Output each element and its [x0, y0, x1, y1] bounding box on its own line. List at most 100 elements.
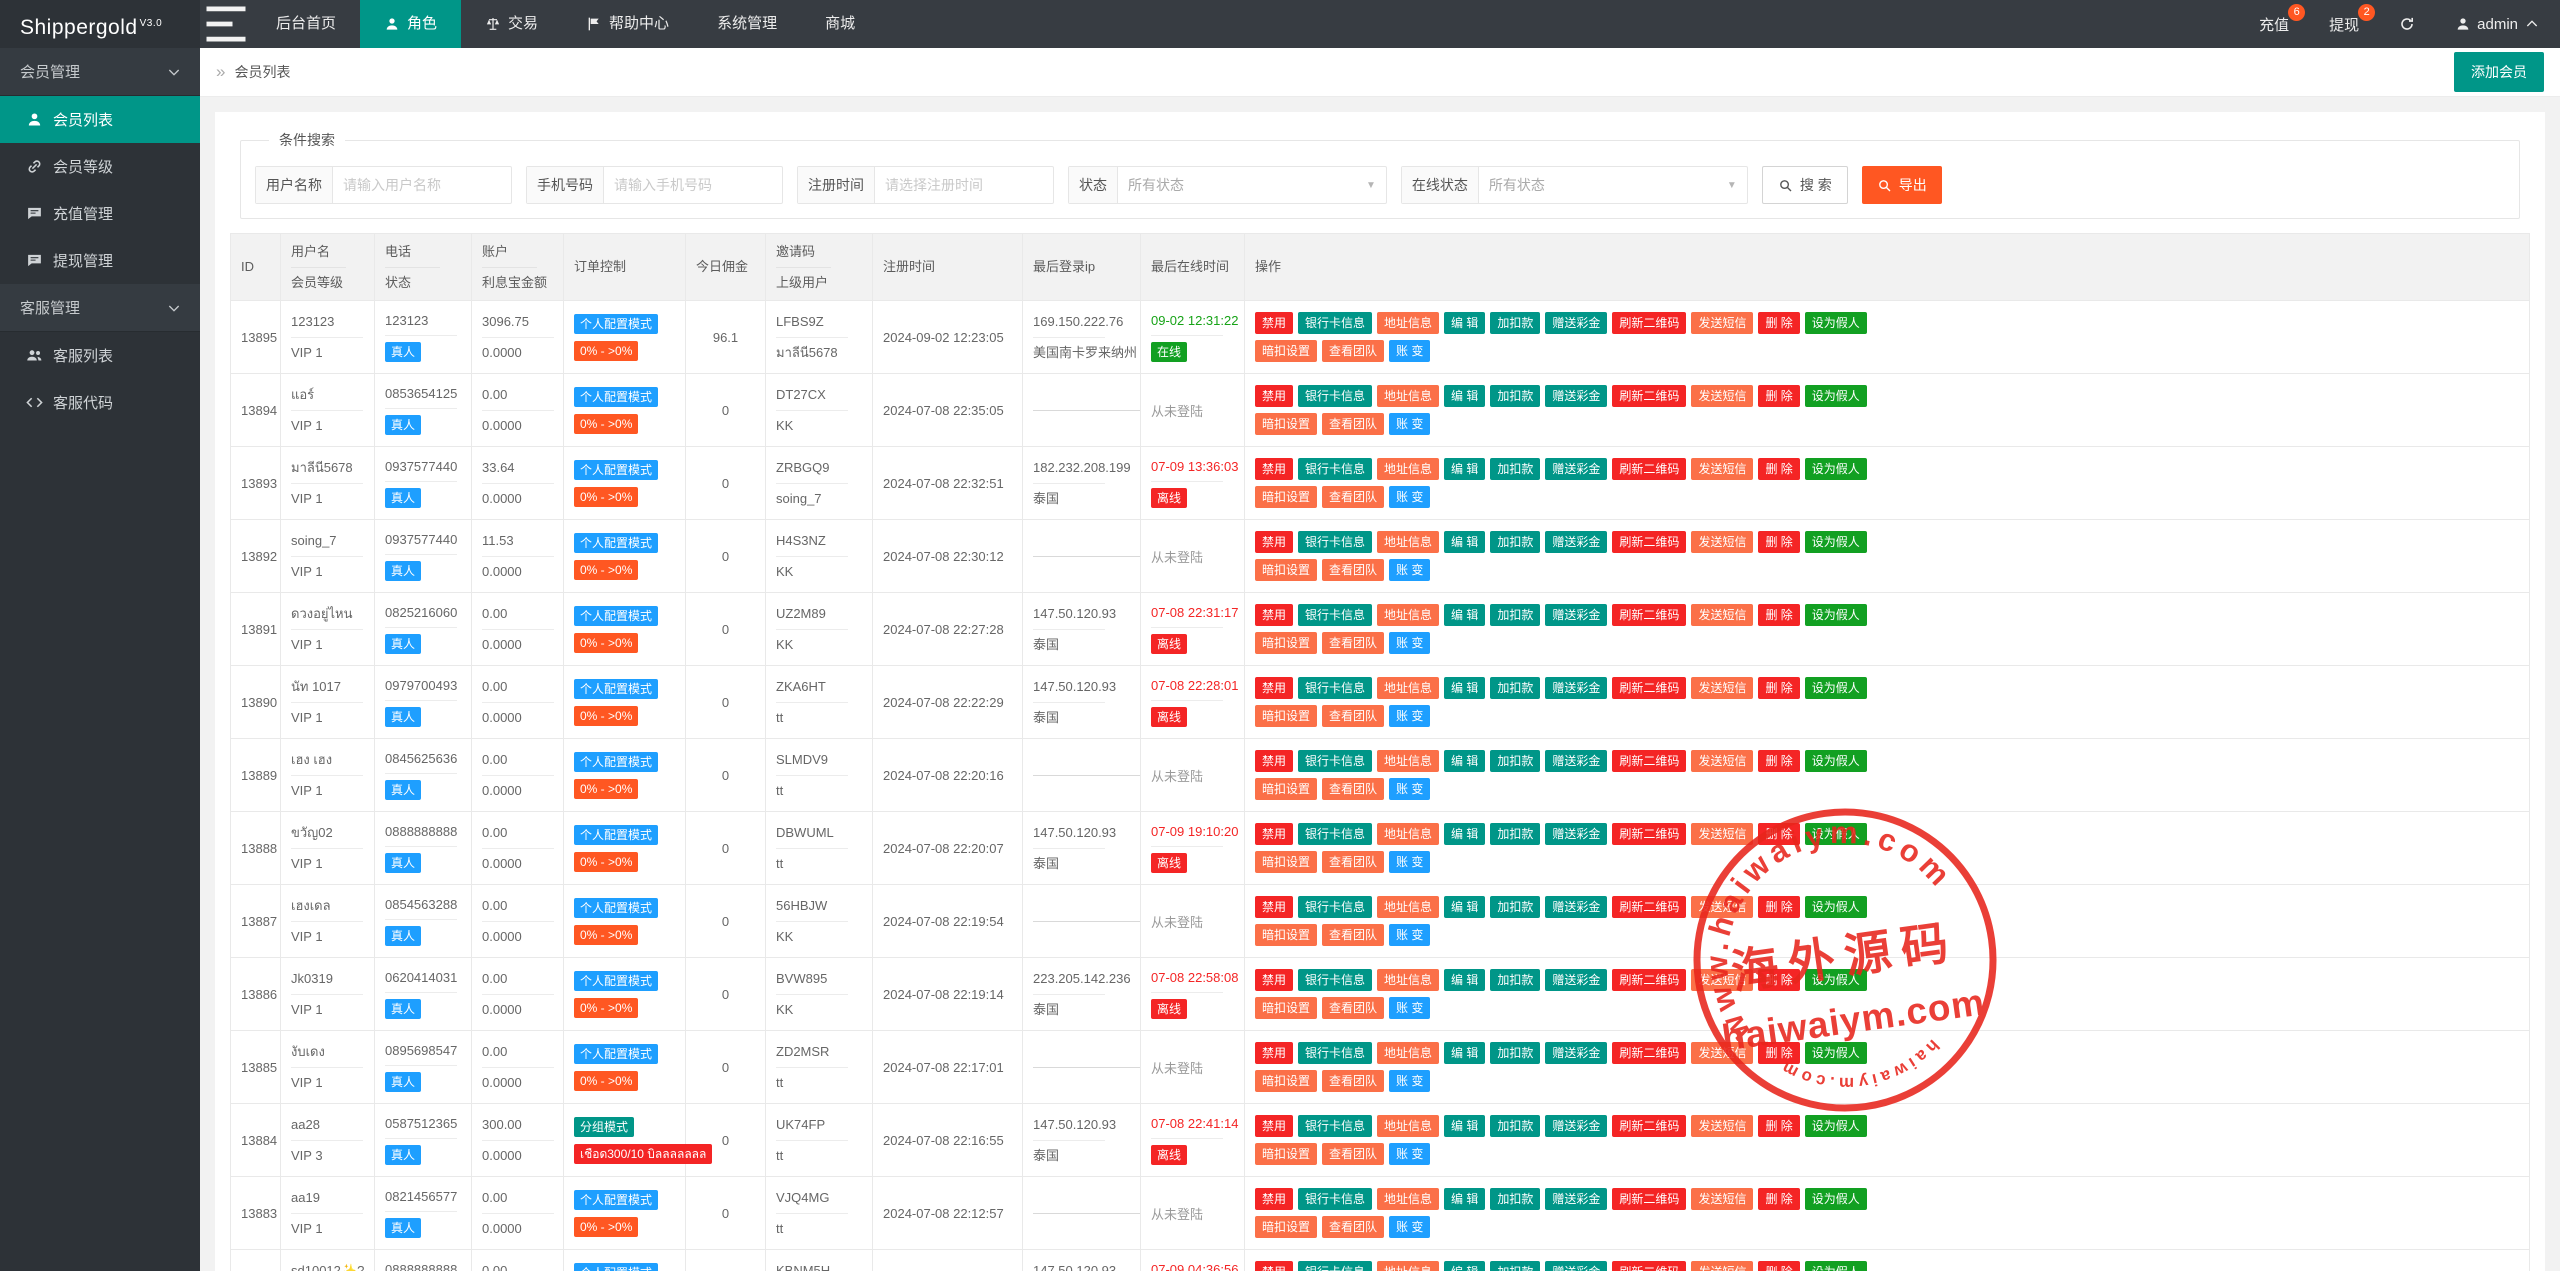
refresh-qrcode-button[interactable]: 刷新二维码: [1612, 896, 1687, 918]
sidebar-item-客服代码[interactable]: 客服代码: [0, 379, 200, 426]
account-changes-button[interactable]: 账 变: [1389, 997, 1431, 1019]
status-select[interactable]: 所有状态: [1118, 167, 1366, 203]
send-sms-button[interactable]: 发送短信: [1691, 312, 1754, 334]
account-changes-button[interactable]: 账 变: [1389, 1070, 1431, 1092]
delete-button[interactable]: 删 除: [1758, 604, 1800, 626]
disable-button[interactable]: 禁用: [1255, 1188, 1294, 1210]
refresh-qrcode-button[interactable]: 刷新二维码: [1612, 1115, 1687, 1137]
address-info-button[interactable]: 地址信息: [1377, 1261, 1440, 1271]
disable-button[interactable]: 禁用: [1255, 896, 1294, 918]
edit-button[interactable]: 编 辑: [1444, 750, 1486, 772]
hidden-deduction-settings-button[interactable]: 暗扣设置: [1255, 559, 1318, 581]
view-team-button[interactable]: 查看团队: [1322, 851, 1385, 873]
edit-button[interactable]: 编 辑: [1444, 312, 1486, 334]
gift-bonus-button[interactable]: 赠送彩金: [1545, 1188, 1608, 1210]
account-changes-button[interactable]: 账 变: [1389, 851, 1431, 873]
address-info-button[interactable]: 地址信息: [1377, 531, 1440, 553]
send-sms-button[interactable]: 发送短信: [1691, 1042, 1754, 1064]
search-button[interactable]: 搜 索: [1761, 166, 1848, 204]
edit-button[interactable]: 编 辑: [1444, 458, 1486, 480]
reg-time-input[interactable]: [875, 167, 1053, 203]
refresh-qrcode-button[interactable]: 刷新二维码: [1612, 969, 1687, 991]
view-team-button[interactable]: 查看团队: [1322, 924, 1385, 946]
account-changes-button[interactable]: 账 变: [1389, 778, 1431, 800]
adjust-balance-button[interactable]: 加扣款: [1490, 458, 1541, 480]
account-changes-button[interactable]: 账 变: [1389, 632, 1431, 654]
address-info-button[interactable]: 地址信息: [1377, 1188, 1440, 1210]
account-changes-button[interactable]: 账 变: [1389, 340, 1431, 362]
set-as-bot-button[interactable]: 设为假人: [1804, 531, 1867, 553]
bank-card-info-button[interactable]: 银行卡信息: [1298, 823, 1373, 845]
bank-card-info-button[interactable]: 银行卡信息: [1298, 969, 1373, 991]
online-status-select[interactable]: 所有状态: [1479, 167, 1727, 203]
disable-button[interactable]: 禁用: [1255, 1261, 1294, 1271]
view-team-button[interactable]: 查看团队: [1322, 997, 1385, 1019]
bank-card-info-button[interactable]: 银行卡信息: [1298, 312, 1373, 334]
set-as-bot-button[interactable]: 设为假人: [1804, 312, 1867, 334]
refresh-qrcode-button[interactable]: 刷新二维码: [1612, 458, 1687, 480]
bank-card-info-button[interactable]: 银行卡信息: [1298, 458, 1373, 480]
set-as-bot-button[interactable]: 设为假人: [1804, 969, 1867, 991]
gift-bonus-button[interactable]: 赠送彩金: [1545, 385, 1608, 407]
gift-bonus-button[interactable]: 赠送彩金: [1545, 1042, 1608, 1064]
adjust-balance-button[interactable]: 加扣款: [1490, 1042, 1541, 1064]
account-changes-button[interactable]: 账 变: [1389, 1143, 1431, 1165]
gift-bonus-button[interactable]: 赠送彩金: [1545, 677, 1608, 699]
address-info-button[interactable]: 地址信息: [1377, 1115, 1440, 1137]
view-team-button[interactable]: 查看团队: [1322, 705, 1385, 727]
address-info-button[interactable]: 地址信息: [1377, 458, 1440, 480]
edit-button[interactable]: 编 辑: [1444, 385, 1486, 407]
send-sms-button[interactable]: 发送短信: [1691, 1115, 1754, 1137]
address-info-button[interactable]: 地址信息: [1377, 604, 1440, 626]
adjust-balance-button[interactable]: 加扣款: [1490, 823, 1541, 845]
bank-card-info-button[interactable]: 银行卡信息: [1298, 385, 1373, 407]
account-changes-button[interactable]: 账 变: [1389, 559, 1431, 581]
disable-button[interactable]: 禁用: [1255, 823, 1294, 845]
address-info-button[interactable]: 地址信息: [1377, 312, 1440, 334]
nav-item-商城[interactable]: 商城: [801, 0, 879, 48]
view-team-button[interactable]: 查看团队: [1322, 559, 1385, 581]
bank-card-info-button[interactable]: 银行卡信息: [1298, 750, 1373, 772]
bank-card-info-button[interactable]: 银行卡信息: [1298, 531, 1373, 553]
adjust-balance-button[interactable]: 加扣款: [1490, 677, 1541, 699]
sidebar-section-客服管理[interactable]: 客服管理: [0, 284, 200, 332]
set-as-bot-button[interactable]: 设为假人: [1804, 1115, 1867, 1137]
account-changes-button[interactable]: 账 变: [1389, 924, 1431, 946]
sidebar-item-会员等级[interactable]: 会员等级: [0, 143, 200, 190]
gift-bonus-button[interactable]: 赠送彩金: [1545, 1115, 1608, 1137]
disable-button[interactable]: 禁用: [1255, 312, 1294, 334]
disable-button[interactable]: 禁用: [1255, 1115, 1294, 1137]
account-changes-button[interactable]: 账 变: [1389, 486, 1431, 508]
nav-提现-item[interactable]: 提现 2: [2309, 0, 2379, 48]
refresh-qrcode-button[interactable]: 刷新二维码: [1612, 531, 1687, 553]
view-team-button[interactable]: 查看团队: [1322, 486, 1385, 508]
bank-card-info-button[interactable]: 银行卡信息: [1298, 1188, 1373, 1210]
account-changes-button[interactable]: 账 变: [1389, 413, 1431, 435]
nav-item-后台首页[interactable]: 后台首页: [252, 0, 360, 48]
delete-button[interactable]: 删 除: [1758, 1188, 1800, 1210]
admin-menu[interactable]: admin: [2435, 0, 2560, 48]
hidden-deduction-settings-button[interactable]: 暗扣设置: [1255, 851, 1318, 873]
view-team-button[interactable]: 查看团队: [1322, 632, 1385, 654]
delete-button[interactable]: 删 除: [1758, 312, 1800, 334]
set-as-bot-button[interactable]: 设为假人: [1804, 823, 1867, 845]
edit-button[interactable]: 编 辑: [1444, 677, 1486, 699]
hidden-deduction-settings-button[interactable]: 暗扣设置: [1255, 705, 1318, 727]
edit-button[interactable]: 编 辑: [1444, 1261, 1486, 1271]
bank-card-info-button[interactable]: 银行卡信息: [1298, 677, 1373, 699]
gift-bonus-button[interactable]: 赠送彩金: [1545, 312, 1608, 334]
adjust-balance-button[interactable]: 加扣款: [1490, 896, 1541, 918]
disable-button[interactable]: 禁用: [1255, 531, 1294, 553]
address-info-button[interactable]: 地址信息: [1377, 896, 1440, 918]
refresh-qrcode-button[interactable]: 刷新二维码: [1612, 312, 1687, 334]
adjust-balance-button[interactable]: 加扣款: [1490, 604, 1541, 626]
edit-button[interactable]: 编 辑: [1444, 969, 1486, 991]
set-as-bot-button[interactable]: 设为假人: [1804, 896, 1867, 918]
delete-button[interactable]: 删 除: [1758, 1115, 1800, 1137]
nav-充值-item[interactable]: 充值 6: [2239, 0, 2309, 48]
disable-button[interactable]: 禁用: [1255, 1042, 1294, 1064]
send-sms-button[interactable]: 发送短信: [1691, 385, 1754, 407]
edit-button[interactable]: 编 辑: [1444, 1042, 1486, 1064]
disable-button[interactable]: 禁用: [1255, 604, 1294, 626]
set-as-bot-button[interactable]: 设为假人: [1804, 1188, 1867, 1210]
